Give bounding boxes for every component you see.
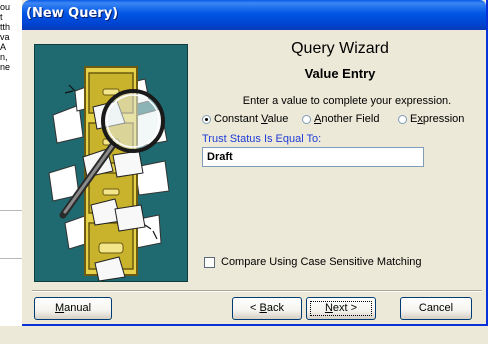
background-text: A <box>0 42 7 52</box>
value-type-options: Constant Value Another Field Expression <box>202 113 484 129</box>
query-wizard-window: (New Query) Query Wizard Value Entry Ent… <box>22 0 488 326</box>
case-sensitive-checkbox[interactable]: Compare Using Case Sensitive Matching <box>204 256 422 268</box>
manual-button[interactable]: Manual <box>34 297 112 320</box>
title-bar[interactable]: (New Query) <box>22 0 486 30</box>
background-rule <box>0 210 22 211</box>
instruction-text: Enter a value to complete your expressio… <box>242 95 452 107</box>
background-rule <box>0 258 22 259</box>
radio-label-expression: Expression <box>410 113 465 125</box>
focus-rectangle <box>310 301 372 316</box>
background-text: n, <box>0 52 8 62</box>
wizard-illustration <box>34 44 188 282</box>
next-button[interactable]: Next > <box>306 297 376 320</box>
background-document: ou t tth va A n, ne <box>0 0 22 344</box>
background-text: ne <box>0 62 11 72</box>
radio-indicator-selected[interactable] <box>202 114 211 124</box>
background-text: tth <box>0 22 11 32</box>
radio-indicator[interactable] <box>302 114 311 124</box>
background-text: ou <box>0 2 11 12</box>
case-sensitive-label: Compare Using Case Sensitive Matching <box>221 256 422 268</box>
radio-label-another-field: Another Field <box>314 113 380 125</box>
cancel-button[interactable]: Cancel <box>400 297 472 320</box>
radio-constant-value[interactable]: Constant Value <box>202 113 288 125</box>
back-button[interactable]: < Back <box>232 297 302 320</box>
radio-indicator[interactable] <box>398 114 407 124</box>
wizard-heading: Query Wizard <box>291 40 389 57</box>
background-bottom-strip <box>0 326 488 344</box>
value-input[interactable]: Draft <box>202 147 424 167</box>
window-title: (New Query) <box>26 6 119 21</box>
filing-cabinet-magnifier-icon <box>48 66 170 281</box>
background-text: va <box>0 32 10 42</box>
checkbox-box[interactable] <box>204 256 215 268</box>
wizard-subheading: Value Entry <box>304 66 376 81</box>
radio-expression[interactable]: Expression <box>398 113 464 125</box>
radio-another-field[interactable]: Another Field <box>302 113 379 125</box>
button-divider <box>32 290 482 292</box>
radio-label-constant: Constant Value <box>214 113 289 125</box>
background-text: t <box>0 12 3 22</box>
value-field-label: Trust Status Is Equal To: <box>202 133 322 145</box>
